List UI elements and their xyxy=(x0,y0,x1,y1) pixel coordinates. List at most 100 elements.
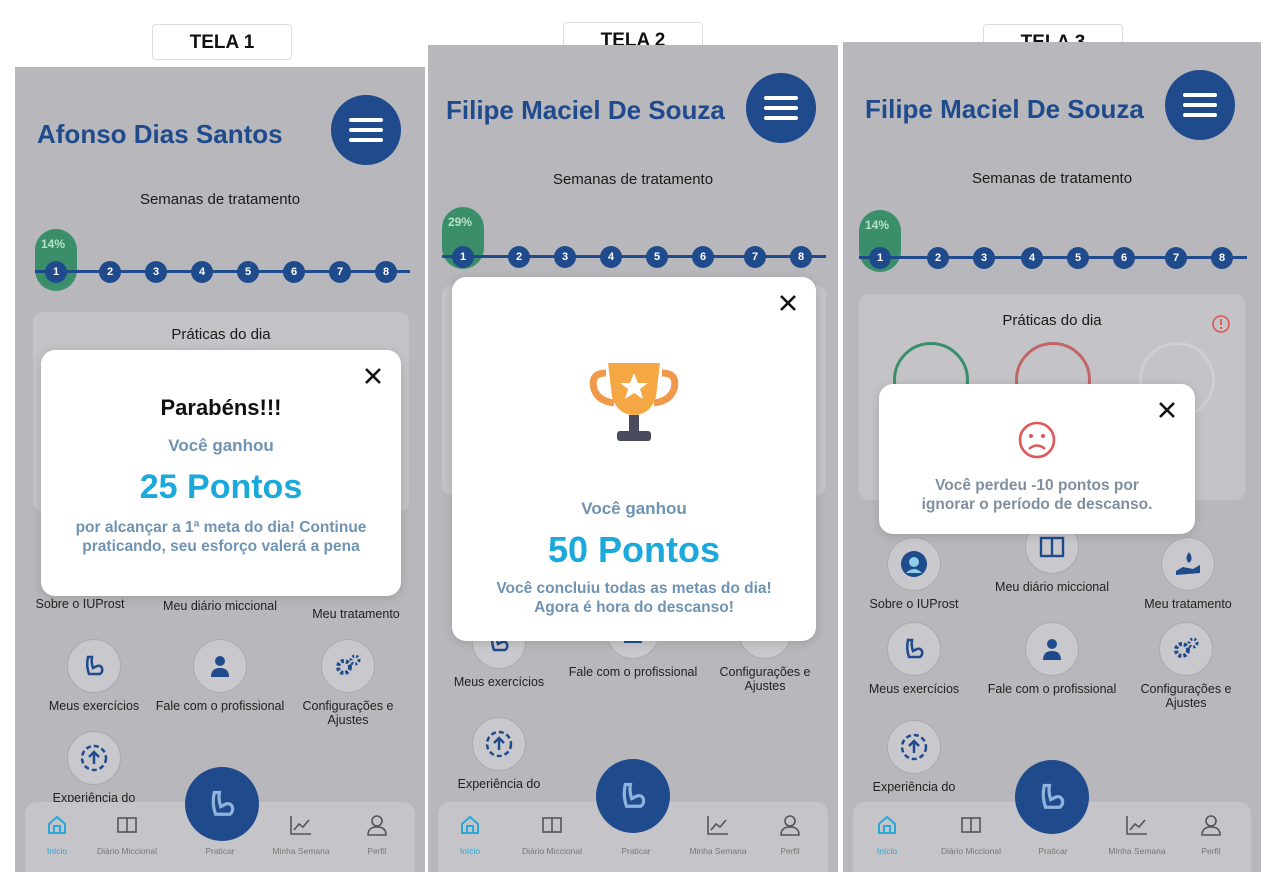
grid-label: Meu diário miccional xyxy=(163,599,277,613)
week-dot[interactable]: 8 xyxy=(790,246,812,268)
close-icon[interactable] xyxy=(776,291,800,315)
week-dot[interactable]: 7 xyxy=(329,261,351,283)
screen-1: Afonso Dias Santos Semanas de tratamento… xyxy=(15,67,425,872)
practices-title: Práticas do dia xyxy=(171,326,271,343)
grid-item-experience[interactable]: Experiência do xyxy=(849,720,979,794)
diary-icon xyxy=(931,812,1011,838)
close-icon[interactable] xyxy=(361,364,385,388)
screen-2: Filipe Maciel De Souza Semanas de tratam… xyxy=(428,45,838,872)
week-dot[interactable]: 2 xyxy=(99,261,121,283)
week-dot[interactable]: 1 xyxy=(452,246,474,268)
week-dot[interactable]: 4 xyxy=(600,246,622,268)
modal-subtitle: Você ganhou xyxy=(168,436,274,455)
modal-message: Você concluiu todas as metas do dia! Ago… xyxy=(496,580,772,617)
home-icon xyxy=(430,812,510,838)
week-dot[interactable]: 5 xyxy=(1067,247,1089,269)
nav-label: Perfil xyxy=(1201,846,1221,856)
nav-week[interactable]: Minha Semana xyxy=(678,812,758,856)
screen-3: Filipe Maciel De Souza Semanas de tratam… xyxy=(843,42,1261,872)
nav-profile[interactable]: Perfil xyxy=(1171,812,1251,856)
week-dot[interactable]: 2 xyxy=(508,246,530,268)
week-dot[interactable]: 7 xyxy=(744,246,766,268)
week-dot[interactable]: 8 xyxy=(375,261,397,283)
user-name: Afonso Dias Santos xyxy=(37,119,283,149)
grid-label: Meus exercícios xyxy=(48,699,140,713)
weeks-label: Semanas de tratamento xyxy=(971,170,1133,187)
week-dot[interactable]: 5 xyxy=(237,261,259,283)
week-dot[interactable]: 3 xyxy=(145,261,167,283)
grid-item-exercises[interactable]: Meus exercícios xyxy=(29,639,159,713)
practices-title: Práticas do dia xyxy=(1002,312,1102,329)
practice-fab[interactable] xyxy=(1015,760,1089,834)
grid-item-treatment[interactable]: Meu tratamento xyxy=(1123,537,1253,611)
chart-icon xyxy=(261,812,341,838)
nav-diary[interactable]: Diário Miccional xyxy=(931,812,1011,856)
close-icon[interactable] xyxy=(1155,398,1179,422)
week-dot[interactable]: 7 xyxy=(1165,247,1187,269)
menu-button[interactable] xyxy=(1165,70,1235,140)
nav-home[interactable]: Início xyxy=(17,812,97,856)
grid-label: Meu diário miccional xyxy=(995,580,1109,594)
nav-profile[interactable]: Perfil xyxy=(750,812,830,856)
logo-icon xyxy=(887,537,941,591)
grid-item-exercises[interactable]: Meus exercícios xyxy=(849,622,979,696)
grid-item-professional[interactable]: Fale com o profissional xyxy=(155,639,285,713)
grid-item-experience[interactable]: Experiência do xyxy=(29,731,159,805)
week-dot[interactable]: 4 xyxy=(1021,247,1043,269)
nav-diary[interactable]: Diário Miccional xyxy=(512,812,592,856)
progress-percent: 14% xyxy=(41,237,66,251)
grid-item-about[interactable]: Sobre o IUProst xyxy=(849,537,979,611)
user-icon xyxy=(337,812,417,838)
nav-label: Minha Semana xyxy=(272,846,330,856)
week-dot[interactable]: 4 xyxy=(191,261,213,283)
progress-percent: 29% xyxy=(448,215,473,229)
nav-label: Praticar xyxy=(621,846,651,856)
weeks-label: Semanas de tratamento xyxy=(552,171,714,188)
nav-diary[interactable]: Diário Miccional xyxy=(87,812,167,856)
week-dot[interactable]: 6 xyxy=(692,246,714,268)
menu-button[interactable] xyxy=(746,73,816,143)
week-dot[interactable]: 8 xyxy=(1211,247,1233,269)
weeks-track xyxy=(859,256,1247,259)
droplet-hand-icon xyxy=(1161,537,1215,591)
nav-home[interactable]: Início xyxy=(430,812,510,856)
practice-fab[interactable] xyxy=(185,767,259,841)
grid-item-settings[interactable]: Configurações e Ajustes xyxy=(1121,622,1251,711)
week-dot[interactable]: 3 xyxy=(554,246,576,268)
nav-label: Início xyxy=(46,846,68,856)
nav-label: Diário Miccional xyxy=(522,846,582,856)
nav-week[interactable]: Minha Semana xyxy=(261,812,341,856)
reward-modal: Você ganhou 50 Pontos Você concluiu toda… xyxy=(452,277,816,641)
weeks-track xyxy=(35,270,410,273)
modal-points: 50 Pontos xyxy=(547,529,721,570)
menu-icon xyxy=(1183,93,1217,97)
week-dot[interactable]: 2 xyxy=(927,247,949,269)
week-dot[interactable]: 1 xyxy=(45,261,67,283)
grid-label: Fale com o profissional xyxy=(987,682,1117,696)
practice-fab[interactable] xyxy=(596,759,670,833)
week-dot[interactable]: 6 xyxy=(283,261,305,283)
modal-message: Você perdeu -10 pontos por ignorar o per… xyxy=(921,477,1153,514)
week-dot[interactable]: 6 xyxy=(1113,247,1135,269)
doctor-icon xyxy=(1025,622,1079,676)
gears-icon xyxy=(1159,622,1213,676)
chart-icon xyxy=(1097,812,1177,838)
modal-subtitle: Você ganhou xyxy=(581,499,687,518)
nav-label: Minha Semana xyxy=(1108,846,1166,856)
alert-icon[interactable] xyxy=(1211,314,1231,339)
nav-week[interactable]: Minha Semana xyxy=(1097,812,1177,856)
grid-item-professional[interactable]: Fale com o profissional xyxy=(987,622,1117,696)
menu-button[interactable] xyxy=(331,95,401,165)
grid-label: Experiência do xyxy=(872,780,956,794)
arm-icon xyxy=(1041,783,1065,809)
nav-label: Praticar xyxy=(1038,846,1068,856)
grid-label: Sobre o IUProst xyxy=(869,597,959,611)
nav-home[interactable]: Início xyxy=(847,812,927,856)
nav-profile[interactable]: Perfil xyxy=(337,812,417,856)
grid-item-experience[interactable]: Experiência do xyxy=(434,717,564,791)
arm-icon xyxy=(211,790,235,816)
week-dot[interactable]: 5 xyxy=(646,246,668,268)
week-dot[interactable]: 1 xyxy=(869,247,891,269)
week-dot[interactable]: 3 xyxy=(973,247,995,269)
grid-item-settings[interactable]: Configurações e Ajustes xyxy=(283,639,413,728)
